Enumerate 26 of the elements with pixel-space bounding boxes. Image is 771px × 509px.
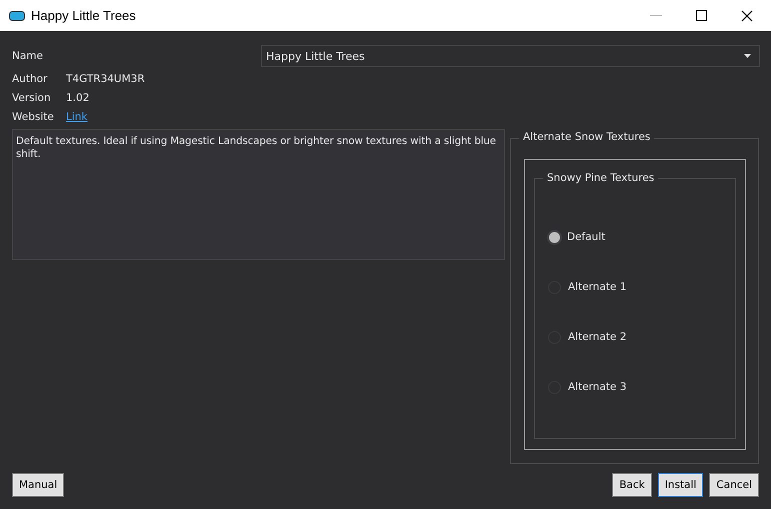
radio-label: Alternate 2	[568, 331, 626, 343]
radio-button[interactable]	[547, 230, 562, 244]
field-label: Version	[12, 92, 52, 104]
group-title: Snowy Pine Textures	[543, 172, 658, 184]
minimize-icon[interactable]	[650, 14, 662, 16]
window-title: Happy Little Trees	[31, 8, 136, 23]
app-icon	[9, 10, 25, 20]
dialog-button[interactable]: Manual	[12, 473, 64, 497]
maximize-icon[interactable]	[696, 10, 707, 21]
close-icon[interactable]	[741, 10, 753, 22]
website-link[interactable]: Link	[66, 110, 88, 122]
description-box[interactable]: Default textures. Ideal if using Magestic Landscapes or brighter snow textures with a slight blue shift.	[12, 129, 505, 260]
name-dropdown[interactable]: Happy Little Trees	[261, 45, 760, 67]
dialog-button[interactable]: Install	[658, 473, 704, 497]
group-title: Alternate Snow Textures	[519, 131, 654, 143]
dialog-button[interactable]: Cancel	[709, 473, 759, 497]
field-label: Name	[12, 50, 44, 62]
field-value: T4GTR34UM3R	[66, 72, 145, 84]
radio-label: Alternate 1	[568, 281, 626, 293]
radio-label: Alternate 3	[568, 381, 626, 393]
field-label: Author	[12, 72, 48, 84]
field-value: 1.02	[66, 92, 90, 104]
radio-label: Default	[567, 231, 606, 243]
caret-icon	[744, 54, 751, 58]
field-label: Website	[12, 110, 55, 122]
dialog-button[interactable]: Back	[612, 473, 652, 497]
